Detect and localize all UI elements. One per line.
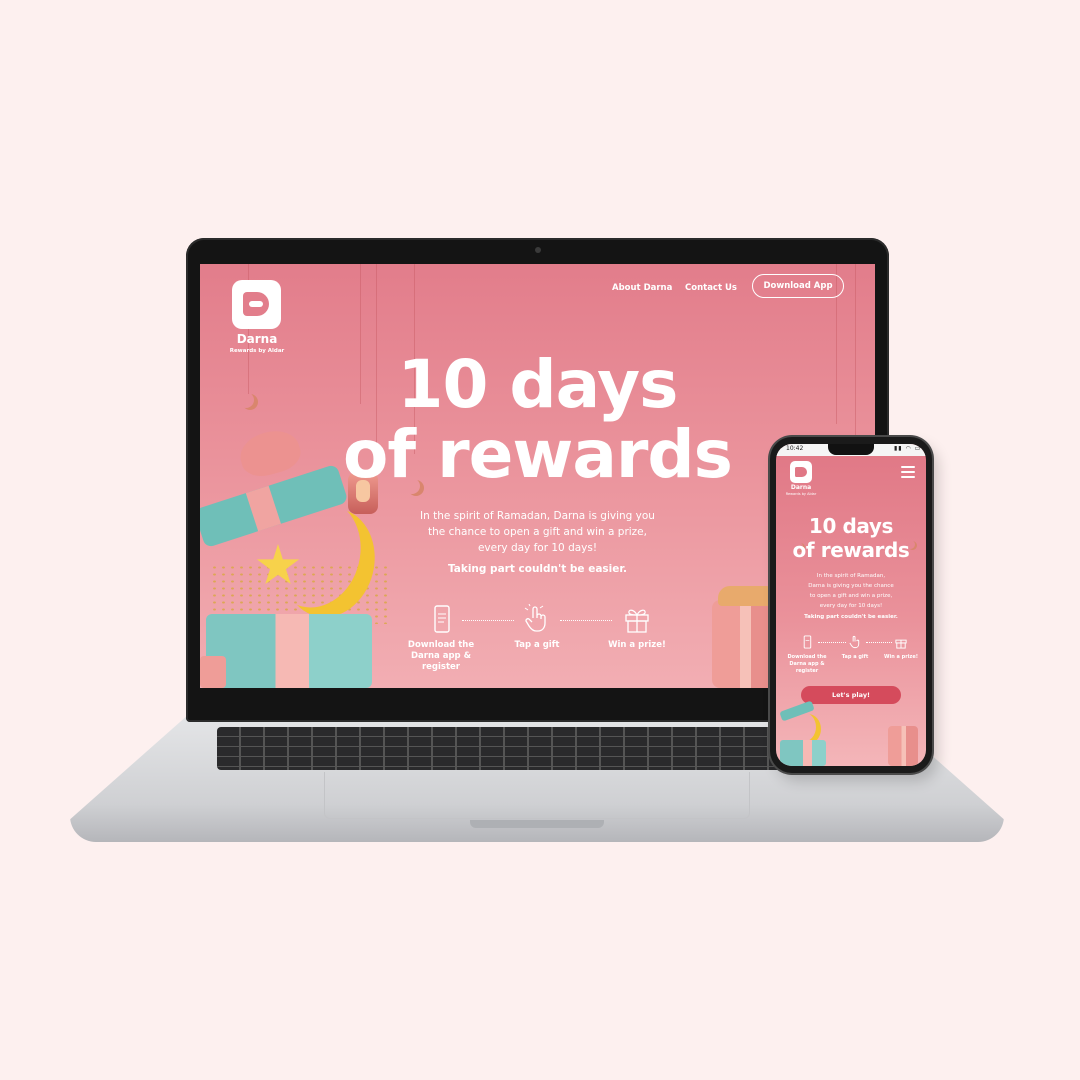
nav-contact-link[interactable]: Contact Us	[685, 283, 737, 293]
step-connector	[818, 642, 846, 643]
mobile-phone: 10:42 ▮▮ ◠ ▭ Darna Rewards by Aldar 10 d…	[770, 437, 932, 773]
darna-logo[interactable]	[232, 280, 281, 329]
hero-subtitle-line: In the spirit of Ramadan,	[816, 573, 886, 579]
small-gift-illustration	[200, 656, 226, 688]
gift-box-illustration-right	[888, 726, 918, 766]
step-label-line: Darna app &	[789, 661, 825, 667]
laptop-trackpad	[324, 772, 750, 819]
gift-icon	[625, 609, 649, 633]
step-connector	[866, 642, 892, 643]
brand-tagline: Rewards by Aldar	[785, 492, 817, 496]
hero-title: 10 days of rewards	[781, 514, 921, 562]
lets-play-button[interactable]: Let's play!	[801, 686, 901, 704]
mobile-landing-page: 10:42 ▮▮ ◠ ▭ Darna Rewards by Aldar 10 d…	[776, 444, 926, 766]
step-tap-label: Tap a gift	[841, 654, 869, 660]
hero-subtitle-line: every day for 10 days!	[477, 542, 598, 554]
step-connector	[560, 620, 612, 621]
tap-hand-icon	[849, 635, 860, 649]
download-app-button[interactable]: Download App	[752, 274, 844, 298]
dynamic-island	[828, 444, 874, 455]
hero-subtitle: In the spirit of Ramadan, Darna is givin…	[395, 508, 680, 556]
step-download-label: Download the Darna app & register	[396, 640, 486, 673]
step-tap-label: Tap a gift	[514, 640, 560, 650]
hero-subtitle-line: the chance to open a gift and win a priz…	[428, 526, 647, 538]
step-connector	[462, 620, 514, 621]
status-icons: ▮▮ ◠ ▭	[894, 445, 922, 452]
step-label-line: Download the	[407, 640, 475, 650]
step-win-label: Win a prize!	[884, 654, 918, 660]
darna-logo-mark-icon	[243, 292, 269, 316]
hero-subtitle-line: Darna is giving you the chance	[808, 583, 894, 589]
step-label-line: Download the	[787, 654, 827, 660]
crescent-ornament-icon	[238, 392, 254, 408]
webcam-icon	[535, 247, 541, 253]
phone-icon	[803, 635, 812, 649]
status-bar: 10:42 ▮▮ ◠ ▭	[776, 444, 926, 456]
gift-box-illustration	[206, 614, 372, 688]
laptop-keyboard	[217, 727, 857, 770]
hero-emphasis: Taking part couldn't be easier.	[447, 563, 628, 575]
hero-subtitle: In the spirit of Ramadan, Darna is givin…	[798, 571, 904, 611]
hero-title-line2: of rewards	[792, 538, 910, 562]
gift-box-illustration	[780, 740, 826, 766]
phone-icon	[434, 605, 450, 633]
gift-icon	[895, 639, 907, 649]
brand-name: Darna	[236, 332, 278, 346]
hero-title-line2: of rewards	[343, 416, 733, 493]
tap-hand-icon	[524, 604, 546, 632]
hero-subtitle-line: every day for 10 days!	[819, 603, 883, 609]
hero-title-line1: 10 days	[397, 346, 679, 423]
hero-emphasis: Taking part couldn't be easier.	[804, 614, 898, 620]
laptop-lid-notch	[470, 820, 604, 828]
step-download-label: Download the Darna app & register	[786, 654, 828, 675]
nav-about-link[interactable]: About Darna	[612, 283, 672, 293]
brand-tagline: Rewards by Aldar	[229, 348, 285, 354]
hero-title: 10 days of rewards	[330, 350, 745, 490]
gift-bow-illustration	[235, 424, 305, 482]
hero-subtitle-line: In the spirit of Ramadan, Darna is givin…	[420, 510, 655, 522]
darna-logo[interactable]	[790, 461, 812, 483]
hamburger-menu-icon[interactable]	[901, 466, 915, 478]
step-label-line: register	[795, 668, 819, 674]
brand-name: Darna	[790, 484, 812, 491]
step-label-line: Darna app & register	[410, 651, 471, 672]
hero-subtitle-line: to open a gift and win a prize,	[809, 593, 893, 599]
step-win-label: Win a prize!	[608, 640, 666, 650]
status-time: 10:42	[786, 445, 804, 452]
hero-title-line1: 10 days	[808, 514, 894, 538]
